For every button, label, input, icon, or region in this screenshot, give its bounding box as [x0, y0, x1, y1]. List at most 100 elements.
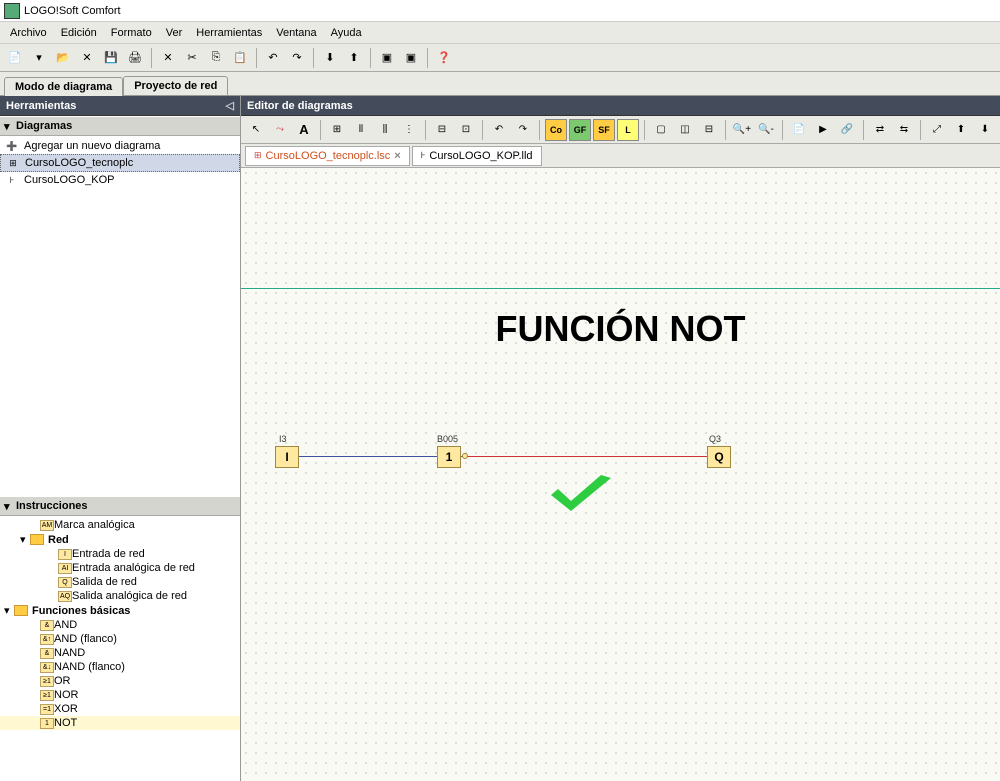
wire: [299, 456, 437, 457]
redo-icon[interactable]: ↷: [286, 47, 308, 69]
editor-header-label: Editor de diagramas: [247, 100, 353, 112]
text-icon[interactable]: A: [293, 119, 315, 141]
dropdown-icon[interactable]: ▾: [28, 47, 50, 69]
item-entrada-red[interactable]: I Entrada de red: [0, 547, 240, 561]
diagram-2-label: CursoLOGO_KOP: [24, 174, 114, 186]
diagram-item-1[interactable]: ⊞ CursoLOGO_tecnoplc: [0, 154, 240, 172]
item-not[interactable]: 1 NOT: [0, 716, 240, 730]
item-xor[interactable]: =1 XOR: [0, 702, 240, 716]
co-button[interactable]: Co: [545, 119, 567, 141]
split-h-icon[interactable]: ⊟: [698, 119, 720, 141]
file-tab-2-label: CursoLOGO_KOP.lld: [429, 150, 532, 162]
print-icon[interactable]: 🖨: [124, 47, 146, 69]
close-icon[interactable]: ✕: [76, 47, 98, 69]
separator: [482, 120, 483, 140]
main-toolbar: 📄 ▾ 📂 ✕ 💾 🖨 ✕ ✂ ⎘ 📋 ↶ ↷ ⬇ ⬆ ▣ ▣ ❓: [0, 44, 1000, 72]
instructions-section[interactable]: ▾ Instrucciones: [0, 496, 240, 516]
collapse-icon[interactable]: ◁: [226, 99, 234, 112]
menu-ver[interactable]: Ver: [160, 25, 189, 41]
align-v-icon[interactable]: ⫼: [374, 119, 396, 141]
item-and-flanco[interactable]: &↑ AND (flanco): [0, 632, 240, 646]
fl-button[interactable]: L: [617, 119, 639, 141]
zoom-out-icon[interactable]: 🔍-: [755, 119, 777, 141]
sf-button[interactable]: SF: [593, 119, 615, 141]
split-icon[interactable]: ▢: [650, 119, 672, 141]
folder-funciones-basicas[interactable]: ▾ Funciones básicas: [0, 603, 240, 618]
node-not-b005[interactable]: 1: [437, 446, 461, 468]
paste-icon[interactable]: 📋: [229, 47, 251, 69]
node-output-q3[interactable]: Q: [707, 446, 731, 468]
new-icon[interactable]: 📄: [4, 47, 26, 69]
copy-icon[interactable]: ⎘: [205, 47, 227, 69]
undo-icon[interactable]: ↶: [262, 47, 284, 69]
transfer-icon[interactable]: ▣: [376, 47, 398, 69]
pointer-icon[interactable]: ↖: [245, 119, 267, 141]
diagrams-section[interactable]: ▾ Diagramas: [0, 116, 240, 136]
item-salida-analog-red[interactable]: AQ Salida analógica de red: [0, 589, 240, 603]
add-new-diagram[interactable]: ➕ Agregar un nuevo diagrama: [0, 138, 240, 154]
salida-red-label: Salida de red: [72, 576, 137, 588]
red-label: Red: [48, 534, 69, 546]
item-and[interactable]: & AND: [0, 618, 240, 632]
undo-icon[interactable]: ↶: [488, 119, 510, 141]
menu-formato[interactable]: Formato: [105, 25, 158, 41]
online-icon[interactable]: 🔗: [836, 119, 858, 141]
menu-ventana[interactable]: Ventana: [270, 25, 322, 41]
node-input-i3[interactable]: I: [275, 446, 299, 468]
item-salida-red[interactable]: Q Salida de red: [0, 575, 240, 589]
bring-front-icon[interactable]: ⬆: [950, 119, 972, 141]
cut-icon[interactable]: ✂: [181, 47, 203, 69]
gf-button[interactable]: GF: [569, 119, 591, 141]
item-nor[interactable]: ≥1 NOR: [0, 688, 240, 702]
item-entrada-analog-red[interactable]: AI Entrada analógica de red: [0, 561, 240, 575]
menu-herramientas[interactable]: Herramientas: [190, 25, 268, 41]
fbd-icon: ⊞: [254, 150, 262, 161]
connect-icon[interactable]: ⤳: [269, 119, 291, 141]
block-icon: Q: [58, 577, 72, 588]
menu-ayuda[interactable]: Ayuda: [325, 25, 368, 41]
help-icon[interactable]: ❓: [433, 47, 455, 69]
diagram-canvas[interactable]: FUNCIÓN NOT I3 I B005 1 Q3 Q: [241, 168, 1000, 781]
group-icon[interactable]: ⊟: [431, 119, 453, 141]
block-icon: I: [58, 549, 72, 560]
upload-icon[interactable]: ⬆: [343, 47, 365, 69]
align-icon[interactable]: ⊞: [326, 119, 348, 141]
compare-icon[interactable]: ▣: [400, 47, 422, 69]
item-nand[interactable]: & NAND: [0, 646, 240, 660]
and-flanco-icon: &↑: [40, 634, 54, 645]
distribute-icon[interactable]: ⋮: [398, 119, 420, 141]
separator: [151, 48, 152, 68]
split-v-icon[interactable]: ◫: [674, 119, 696, 141]
page-icon[interactable]: 📄: [788, 119, 810, 141]
item-nand-flanco[interactable]: &↓ NAND (flanco): [0, 660, 240, 674]
item-or[interactable]: ≥1 OR: [0, 674, 240, 688]
send-back-icon[interactable]: ⬇: [974, 119, 996, 141]
download-icon[interactable]: ⬇: [319, 47, 341, 69]
xor-label: XOR: [54, 703, 78, 715]
tab-network-project[interactable]: Proyecto de red: [123, 76, 228, 95]
expand-icon[interactable]: ⤢: [926, 119, 948, 141]
save-icon[interactable]: 💾: [100, 47, 122, 69]
diagram-title: FUNCIÓN NOT: [241, 308, 1000, 350]
delete-icon[interactable]: ✕: [157, 47, 179, 69]
redo-icon[interactable]: ↷: [512, 119, 534, 141]
folder-red[interactable]: ▾ Red: [0, 532, 240, 547]
zoom-in-icon[interactable]: 🔍+: [731, 119, 753, 141]
node-i3-label: I3: [279, 434, 287, 444]
menu-archivo[interactable]: Archivo: [4, 25, 53, 41]
sim-icon[interactable]: ▶: [812, 119, 834, 141]
close-tab-icon[interactable]: ×: [394, 150, 400, 162]
not-label: NOT: [54, 717, 77, 729]
open-icon[interactable]: 📂: [52, 47, 74, 69]
and-flanco-label: AND (flanco): [54, 633, 117, 645]
file-tab-2[interactable]: ⊦ CursoLOGO_KOP.lld: [412, 146, 542, 166]
file-tab-1[interactable]: ⊞ CursoLOGO_tecnoplc.lsc ×: [245, 146, 410, 166]
align-h-icon[interactable]: ⫴: [350, 119, 372, 141]
item-marca-analogica[interactable]: AM Marca analógica: [0, 518, 240, 532]
menu-edicion[interactable]: Edición: [55, 25, 103, 41]
convert2-icon[interactable]: ⇆: [893, 119, 915, 141]
tab-diagram-mode[interactable]: Modo de diagrama: [4, 77, 123, 96]
diagram-item-2[interactable]: ⊦ CursoLOGO_KOP: [0, 172, 240, 188]
convert-icon[interactable]: ⇄: [869, 119, 891, 141]
ungroup-icon[interactable]: ⊡: [455, 119, 477, 141]
